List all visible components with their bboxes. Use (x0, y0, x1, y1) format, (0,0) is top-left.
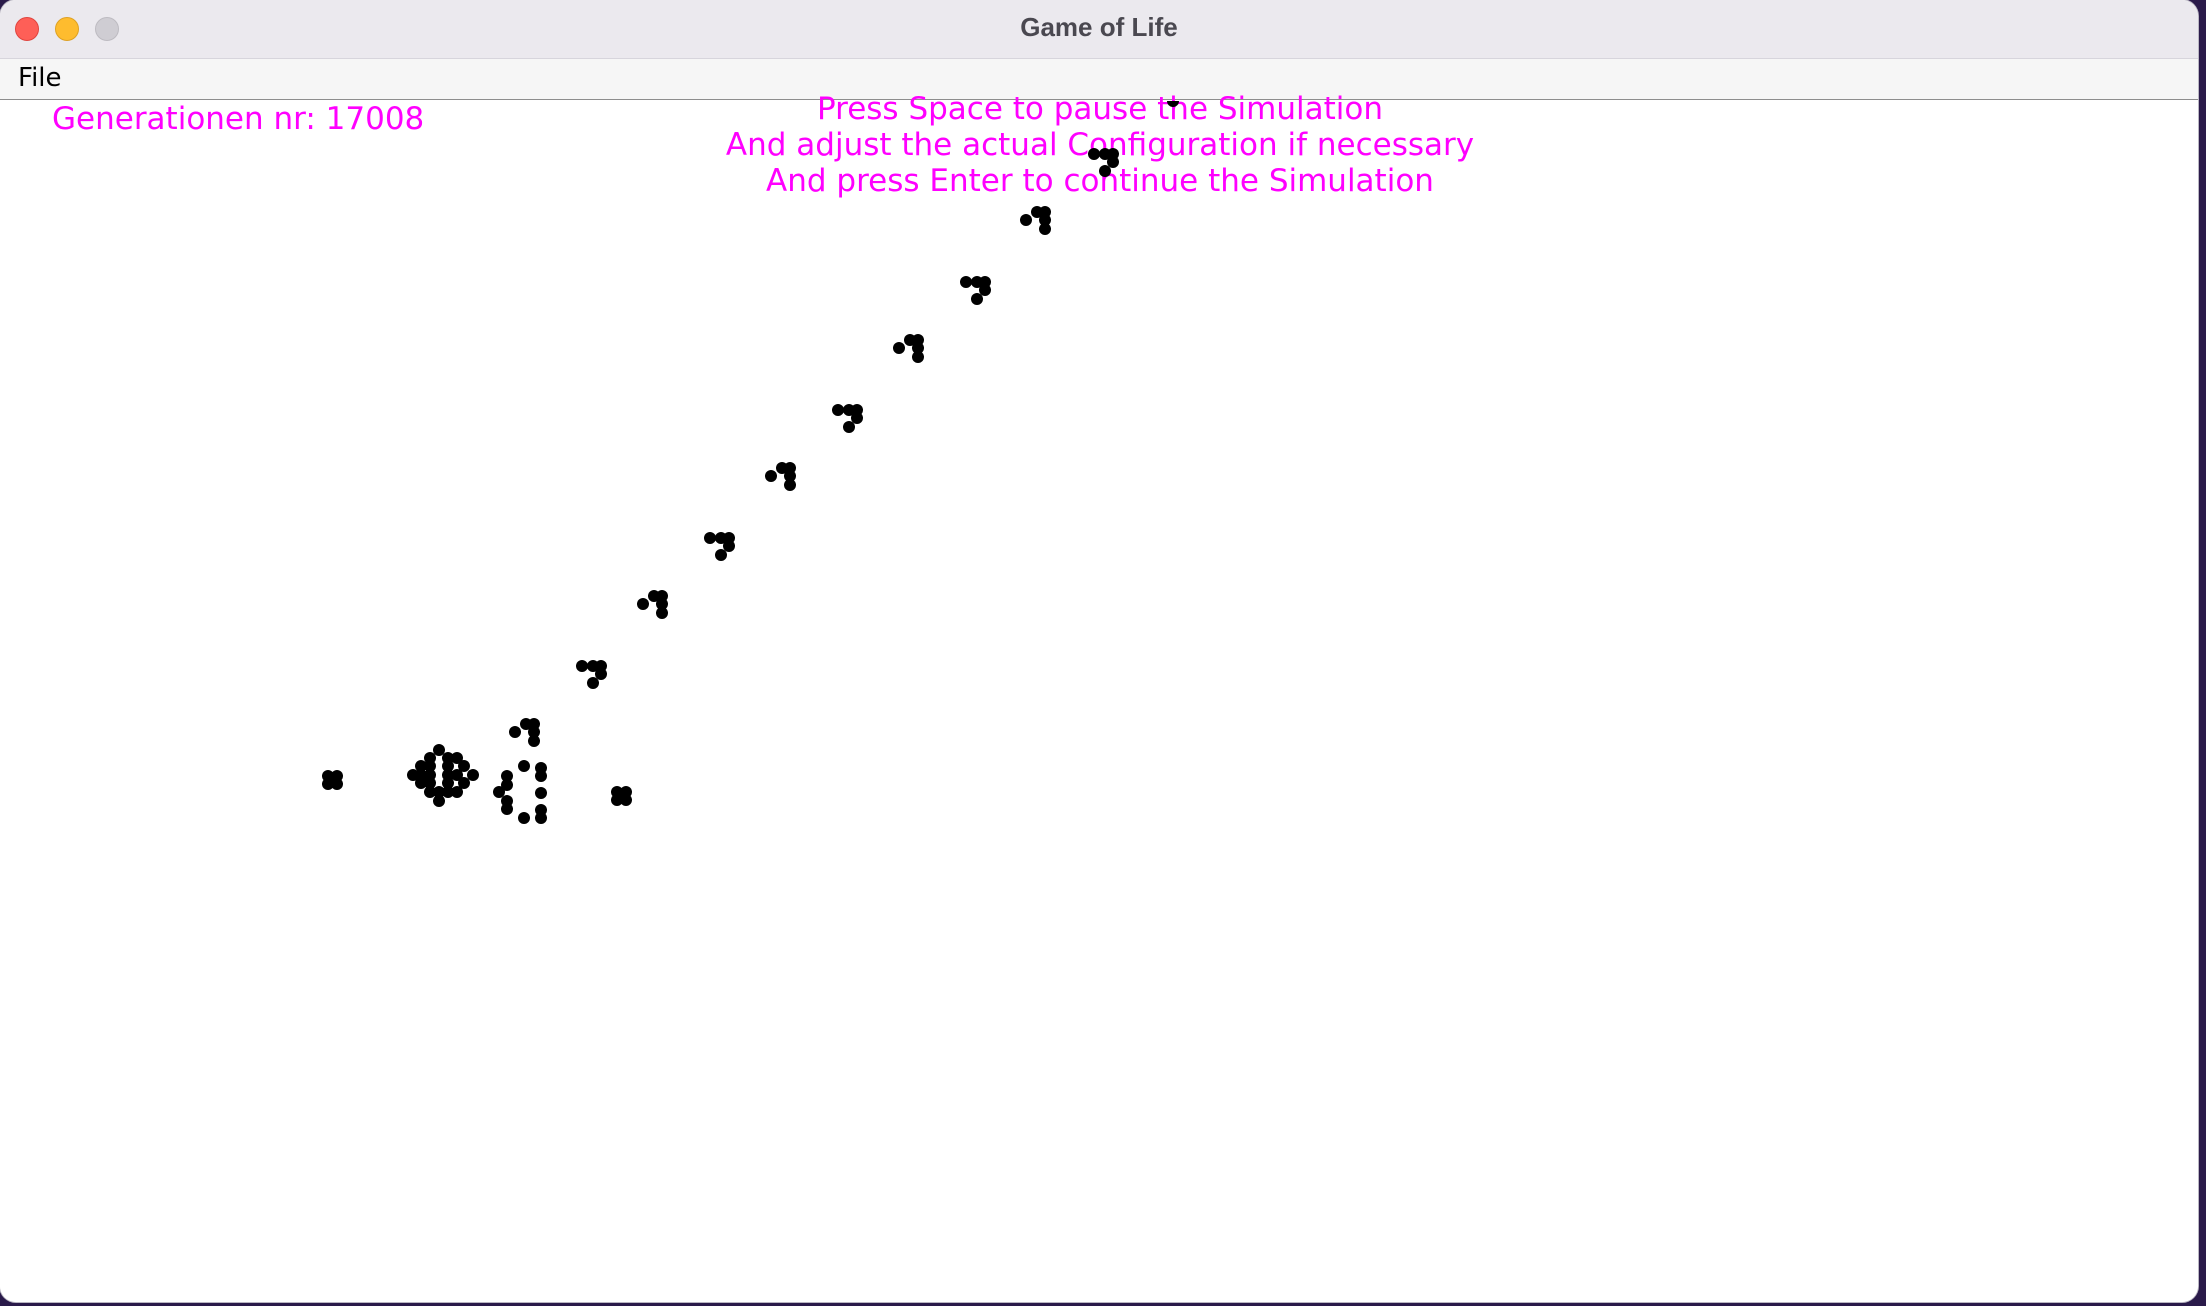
glider-cell (960, 276, 972, 288)
block-cell (620, 794, 632, 806)
glider-cell (1020, 214, 1032, 226)
glider-cell (637, 598, 649, 610)
glider-cell (656, 607, 668, 619)
glider-cell (1088, 148, 1100, 160)
glider-cell (1099, 165, 1111, 177)
cluster-cell (467, 769, 479, 781)
glider-cell (528, 735, 540, 747)
glider-cell (704, 532, 716, 544)
glider-cell (893, 342, 905, 354)
window-title: Game of Life (1020, 12, 1178, 42)
glider-cell (576, 660, 588, 672)
app-window: Game of Life File Generationen nr: 17008… (0, 0, 2198, 1302)
debris-cell (518, 812, 530, 824)
life-grid-canvas[interactable]: Generationen nr: 17008 Press Space to pa… (0, 91, 2198, 1302)
glider-cell (784, 479, 796, 491)
glider-cell (1039, 223, 1051, 235)
debris-cell (501, 779, 513, 791)
debris-cell (535, 770, 547, 782)
glider-cell (765, 470, 777, 482)
glider-cell (1167, 101, 1179, 107)
glider-cell (979, 284, 991, 296)
glider-cell (723, 540, 735, 552)
glider-cell (509, 726, 521, 738)
title-bar[interactable]: Game of Life (0, 0, 2198, 59)
live-cells-layer (322, 101, 1179, 824)
cluster-cell (451, 786, 463, 798)
glider-cell (843, 421, 855, 433)
block-cell (331, 778, 343, 790)
cluster-cell (433, 795, 445, 807)
glider-cell (1107, 156, 1119, 168)
glider-cell (587, 677, 599, 689)
menu-file[interactable]: File (18, 63, 62, 93)
debris-cell (501, 803, 513, 815)
glider-cell (971, 293, 983, 305)
glider-cell (851, 412, 863, 424)
cluster-cell (433, 744, 445, 756)
debris-cell (518, 760, 530, 772)
glider-cell (595, 668, 607, 680)
debris-cell (535, 812, 547, 824)
glider-cell (832, 404, 844, 416)
debris-cell (535, 787, 547, 799)
glider-cell (912, 351, 924, 363)
glider-cell (715, 549, 727, 561)
